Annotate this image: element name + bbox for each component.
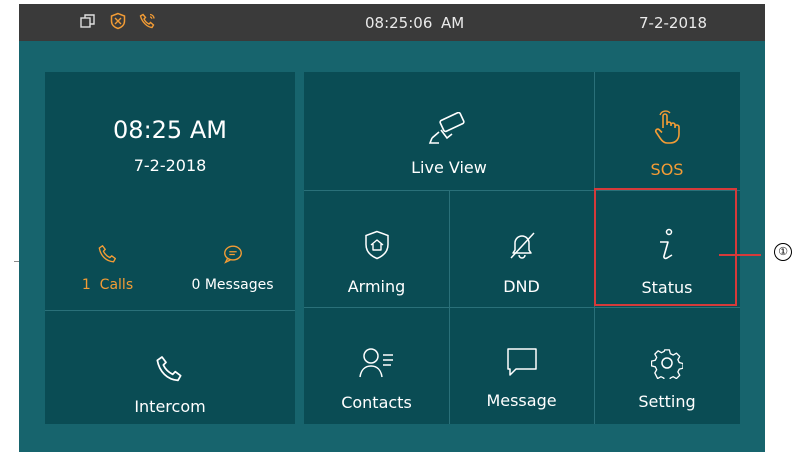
chat-bubble-icon xyxy=(222,243,244,265)
live-view-label: Live View xyxy=(411,158,487,177)
gear-icon xyxy=(651,347,683,379)
contacts-label: Contacts xyxy=(341,393,412,412)
live-view-button[interactable]: Live View xyxy=(304,72,594,190)
sos-button[interactable]: SOS xyxy=(594,72,740,190)
status-date: 7-2-2018 xyxy=(639,14,708,32)
phone-icon xyxy=(154,353,186,385)
window-icon xyxy=(79,12,97,30)
hand-tap-icon xyxy=(652,110,682,146)
calls-button[interactable]: 1 Calls xyxy=(45,237,170,307)
intercom-button[interactable]: Intercom xyxy=(45,311,295,424)
contacts-button[interactable]: Contacts xyxy=(304,307,449,424)
messages-label: 0 Messages xyxy=(191,277,274,293)
phone-icon xyxy=(139,12,157,30)
calls-label: 1 Calls xyxy=(81,277,134,293)
camera-icon xyxy=(427,112,471,146)
clock-date: 7-2-2018 xyxy=(133,156,207,175)
dnd-label: DND xyxy=(503,277,540,296)
arming-button[interactable]: Arming xyxy=(304,190,449,307)
contacts-icon xyxy=(358,347,395,379)
shield-icon xyxy=(109,12,127,30)
message-label: Message xyxy=(486,391,557,410)
device-screen: 08:25:06 AM 7-2-2018 08:25 AM 7-2-2018 1… xyxy=(19,4,765,452)
arming-label: Arming xyxy=(347,277,406,296)
phone-icon xyxy=(97,243,119,265)
messages-button[interactable]: 0 Messages xyxy=(170,237,295,307)
message-button[interactable]: Message xyxy=(449,307,594,424)
home-left-panel: 08:25 AM 7-2-2018 1 Calls 0 Messages Int… xyxy=(45,72,295,424)
status-time: 08:25:06 xyxy=(365,14,433,32)
intercom-label: Intercom xyxy=(134,397,206,416)
callout-number: ① xyxy=(774,243,792,261)
clock-time: 08:25 AM xyxy=(113,116,227,144)
status-icons xyxy=(79,12,157,30)
setting-label: Setting xyxy=(638,392,696,411)
dnd-button[interactable]: DND xyxy=(449,190,594,307)
callout-line xyxy=(719,254,761,256)
status-highlight-box xyxy=(594,188,737,306)
shield-home-icon xyxy=(364,230,390,260)
sos-label: SOS xyxy=(650,160,684,179)
status-bar: 08:25:06 AM 7-2-2018 xyxy=(19,4,765,41)
bell-off-icon xyxy=(507,230,537,260)
status-ampm: AM xyxy=(441,14,465,32)
message-icon xyxy=(506,347,538,377)
setting-button[interactable]: Setting xyxy=(594,307,740,424)
